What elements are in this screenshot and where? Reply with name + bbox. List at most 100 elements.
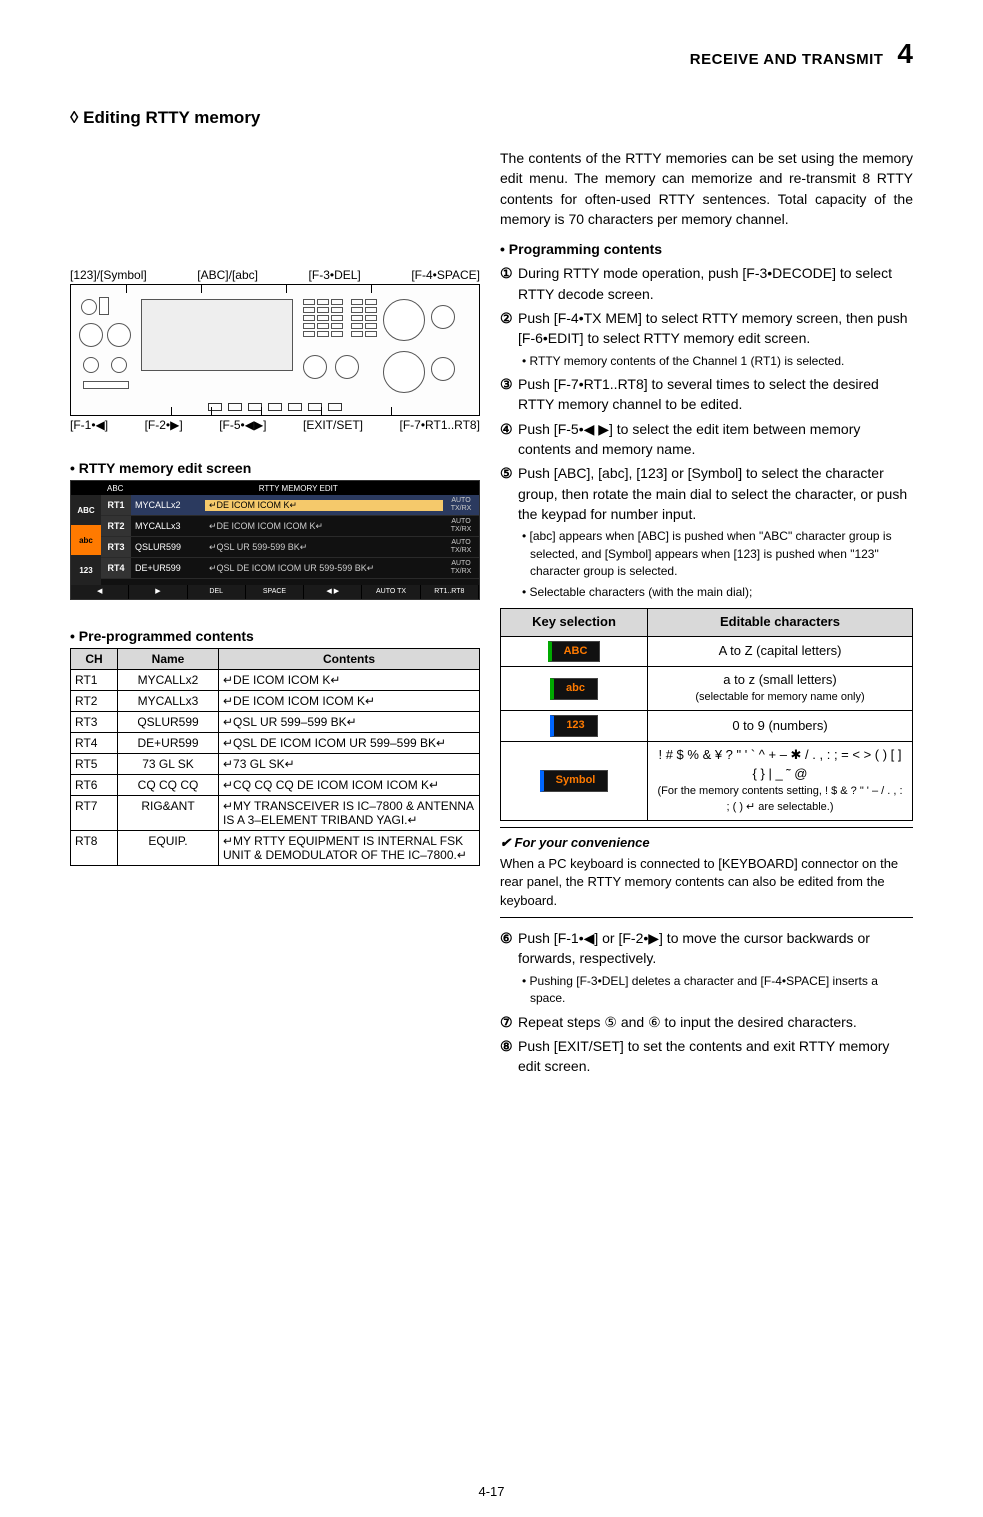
section-title: ◊ Editing RTTY memory xyxy=(70,108,913,128)
edit-row-tag: RT2 xyxy=(101,516,131,536)
key-pill: Symbol xyxy=(540,770,609,792)
table-row: Symbol ! # $ % & ¥ ? " ' ` ^ + – ✱ / . , … xyxy=(501,742,913,821)
knob-icon xyxy=(81,299,97,315)
editable-characters-cell: ! # $ % & ¥ ? " ' ` ^ + – ✱ / . , : ; = … xyxy=(648,742,913,821)
knob-icon xyxy=(111,357,127,373)
step-number: ⑤ xyxy=(500,463,518,524)
edit-screen-title-label: RTTY MEMORY EDIT xyxy=(259,484,338,493)
rtty-edit-screenshot: ABC RTTY MEMORY EDIT ABC abc 123 RT1 MYC… xyxy=(70,480,480,600)
radio-panel-figure xyxy=(70,284,480,416)
convenience-title: ✔ For your convenience xyxy=(500,834,913,853)
softkey-label: ◀ ▶ xyxy=(304,585,362,599)
table-row: RT6CQ CQ CQ↵CQ CQ CQ DE ICOM ICOM ICOM K… xyxy=(71,775,480,796)
step-number: ⑥ xyxy=(500,928,518,969)
edit-row: RT3 QSLUR599 ↵QSL UR 599-599 BK↵ AUTO TX… xyxy=(101,537,479,558)
table-cell: RT1 xyxy=(71,670,118,691)
table-row: RT573 GL SK↵73 GL SK↵ xyxy=(71,754,480,775)
knob-icon xyxy=(303,355,327,379)
leader-line xyxy=(126,285,127,293)
pre-th: CH xyxy=(71,649,118,670)
step-body: Repeat steps ⑤ and ⑥ to input the desire… xyxy=(518,1012,913,1032)
key-pill: ABC xyxy=(548,641,601,663)
figure-label: [F-4•SPACE] xyxy=(411,268,480,282)
step-body: Push [EXIT/SET] to set the contents and … xyxy=(518,1036,913,1077)
edit-row-tag: RT4 xyxy=(101,558,131,578)
button-grid xyxy=(303,299,343,337)
edit-screen-rows: RT1 MYCALLx2 ↵DE ICOM ICOM K↵ AUTO TX/RX… xyxy=(101,495,479,585)
knob-icon xyxy=(79,323,103,347)
table-cell: MYCALLx2 xyxy=(118,670,219,691)
left-tab-active: abc xyxy=(71,525,101,555)
table-cell: 73 GL SK xyxy=(118,754,219,775)
table-row: RT8EQUIP.↵MY RTTY EQUIPMENT IS INTERNAL … xyxy=(71,831,480,866)
lcd-icon xyxy=(141,299,293,371)
softkey-label: ◀ xyxy=(71,585,129,599)
step-number: ① xyxy=(500,263,518,304)
figure-label: [123]/[Symbol] xyxy=(70,268,147,282)
edit-row: RT1 MYCALLx2 ↵DE ICOM ICOM K↵ AUTO TX/RX xyxy=(101,495,479,516)
edit-row-name: DE+UR599 xyxy=(131,563,205,573)
edit-screen-title: • RTTY memory edit screen xyxy=(70,460,480,476)
step-body: During RTTY mode operation, push [F-3•DE… xyxy=(518,263,913,304)
step-number: ④ xyxy=(500,419,518,460)
edit-row-name: MYCALLx3 xyxy=(131,521,205,531)
step-body: Push [F-7•RT1..RT8] to several times to … xyxy=(518,374,913,415)
figure-label: [ABC]/[abc] xyxy=(197,268,258,282)
figure-label: [F-3•DEL] xyxy=(309,268,361,282)
table-cell: ↵73 GL SK↵ xyxy=(219,754,480,775)
editable-characters-cell: a to z (small letters)(selectable for me… xyxy=(648,667,913,711)
table-cell: ↵MY TRANSCEIVER IS IC–7800 & ANTENNA IS … xyxy=(219,796,480,831)
edit-row: RT4 DE+UR599 ↵QSL DE ICOM ICOM UR 599-59… xyxy=(101,558,479,579)
pre-th: Contents xyxy=(219,649,480,670)
key-selection-cell: Symbol xyxy=(501,742,648,821)
step-number: ⑦ xyxy=(500,1012,518,1032)
page: RECEIVE AND TRANSMIT 4 ◊ Editing RTTY me… xyxy=(0,0,983,1517)
knob-icon xyxy=(83,357,99,373)
step-body: Push [ABC], [abc], [123] or [Symbol] to … xyxy=(518,463,913,524)
table-row: RT4DE+UR599↵QSL DE ICOM ICOM UR 599–599 … xyxy=(71,733,480,754)
figure-label: [EXIT/SET] xyxy=(303,418,363,432)
steps-list-after: ⑥Push [F-1•◀] or [F-2•▶] to move the cur… xyxy=(500,928,913,1076)
step-number: ⑧ xyxy=(500,1036,518,1077)
button-icon xyxy=(99,297,109,315)
edit-row-flag: AUTO TX/RX xyxy=(443,518,479,534)
table-row: RT1MYCALLx2↵DE ICOM ICOM K↵ xyxy=(71,670,480,691)
knob-icon xyxy=(383,351,425,393)
table-cell: QSLUR599 xyxy=(118,712,219,733)
right-column: The contents of the RTTY memories can be… xyxy=(500,148,913,1080)
steps-list: ①During RTTY mode operation, push [F-3•D… xyxy=(500,263,913,601)
step-item: ④Push [F-5•◀ ▶] to select the edit item … xyxy=(500,419,913,460)
key-pill: 123 xyxy=(550,715,597,737)
page-number: 4-17 xyxy=(478,1484,504,1499)
knob-icon xyxy=(431,305,455,329)
editable-characters-cell: A to Z (capital letters) xyxy=(648,636,913,667)
edit-row-body: ↵QSL DE ICOM ICOM UR 599-599 BK↵ xyxy=(205,563,443,574)
leader-line xyxy=(286,285,287,293)
figure-label: [F-5•◀▶] xyxy=(219,418,266,432)
table-row: RT3QSLUR599↵QSL UR 599–599 BK↵ xyxy=(71,712,480,733)
table-cell: RT4 xyxy=(71,733,118,754)
table-cell: RT3 xyxy=(71,712,118,733)
leader-line xyxy=(171,407,172,415)
figure-label: [F-1•◀] xyxy=(70,418,108,432)
table-cell: ↵DE ICOM ICOM K↵ xyxy=(219,670,480,691)
knob-icon xyxy=(431,357,455,381)
figure-labels-bottom: [F-1•◀] [F-2•▶] [F-5•◀▶] [EXIT/SET] [F-7… xyxy=(70,418,480,432)
step-body: Push [F-1•◀] or [F-2•▶] to move the curs… xyxy=(518,928,913,969)
softkey-label: DEL xyxy=(188,585,246,599)
char-th: Key selection xyxy=(501,608,648,636)
figure-labels-top: [123]/[Symbol] [ABC]/[abc] [F-3•DEL] [F-… xyxy=(70,268,480,282)
edit-screen-header: ABC RTTY MEMORY EDIT xyxy=(71,481,479,495)
softkey-label: RT1..RT8 xyxy=(421,585,479,599)
step-number: ② xyxy=(500,308,518,349)
step-body: Push [F-4•TX MEM] to select RTTY memory … xyxy=(518,308,913,349)
page-header: RECEIVE AND TRANSMIT 4 xyxy=(70,40,913,68)
pre-th: Name xyxy=(118,649,219,670)
edit-row-name: MYCALLx2 xyxy=(131,500,205,510)
softkey-label: ▶ xyxy=(129,585,187,599)
key-pill: abc xyxy=(550,678,598,700)
table-row: RT7RIG&ANT↵MY TRANSCEIVER IS IC–7800 & A… xyxy=(71,796,480,831)
editable-characters-cell: 0 to 9 (numbers) xyxy=(648,711,913,742)
edit-row: RT2 MYCALLx3 ↵DE ICOM ICOM ICOM K↵ AUTO … xyxy=(101,516,479,537)
edit-row-flag: AUTO TX/RX xyxy=(443,539,479,555)
